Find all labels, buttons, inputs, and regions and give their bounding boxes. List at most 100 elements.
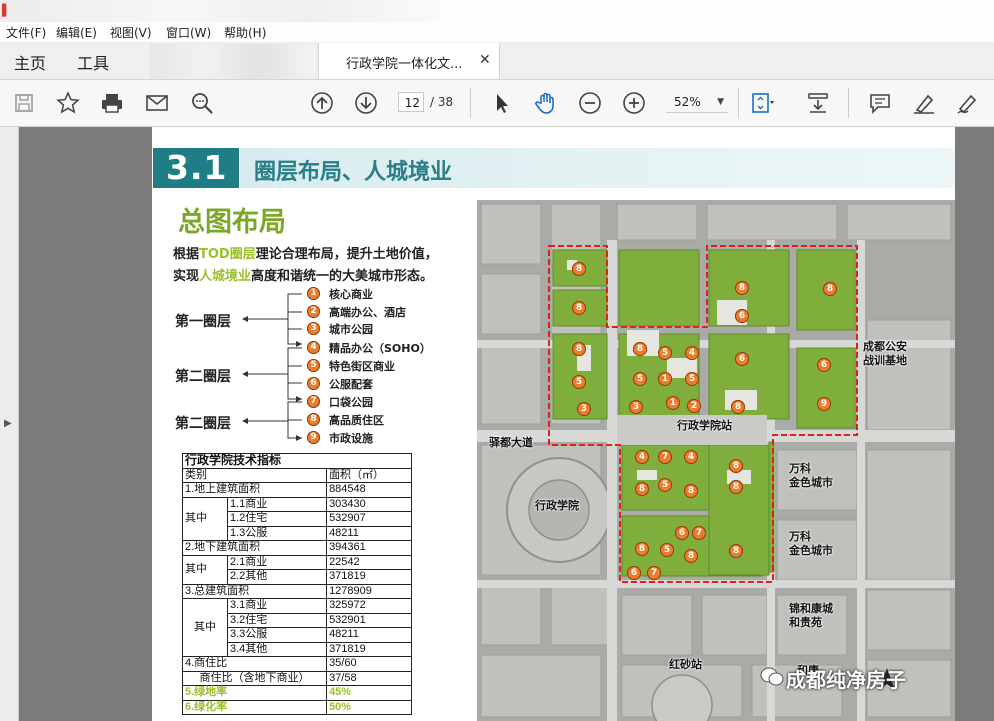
map-marker: 2: [687, 399, 701, 413]
table-cell: 325972: [326, 598, 412, 614]
map-marker: 6: [817, 358, 831, 372]
map-marker: 7: [692, 526, 706, 540]
section-stripe: [240, 148, 248, 188]
hand-tool-icon[interactable]: [534, 91, 558, 115]
zoom-value: 52%: [674, 95, 701, 109]
document-tab-title: 行政学院一体化文...: [346, 57, 463, 72]
bookmark-star-icon[interactable]: [56, 91, 80, 115]
table-cell: 45%: [326, 685, 412, 701]
table-cell: 2.2其他: [226, 569, 328, 585]
map-marker: 7: [647, 566, 661, 580]
map-marker: 3: [629, 400, 643, 414]
legend-number-2: 2: [307, 305, 320, 318]
table-cell: 1.3公服: [226, 525, 328, 541]
desc-text: 高度和谐统一的大美城市形态。: [251, 269, 434, 284]
map-marker: 8: [823, 282, 837, 296]
legend-number-7: 7: [307, 395, 320, 408]
watermark-text: 成都纯净房子: [786, 668, 906, 692]
map-marker: 8: [729, 480, 743, 494]
legend-label: 市政设施: [329, 432, 373, 445]
map-marker: 8: [633, 342, 647, 356]
table-cell: 6.绿化率: [181, 699, 328, 715]
map-marker: 9: [817, 397, 831, 411]
close-tab-icon[interactable]: ✕: [479, 52, 491, 68]
table-cell: 50%: [326, 699, 412, 715]
zoom-out-icon[interactable]: [578, 91, 602, 115]
zoom-select[interactable]: 52% ▼: [666, 92, 728, 113]
section-title: 圈层布局、人城境业: [254, 160, 453, 185]
layer-label-3: 第二圈层: [175, 416, 231, 432]
map-marker: 8: [731, 400, 745, 414]
menu-window[interactable]: 窗口(W): [166, 24, 211, 41]
layer-label-1: 第一圈层: [175, 314, 231, 330]
legend-label: 城市公园: [329, 323, 373, 336]
map-label-hongsha: 红砂站: [669, 658, 702, 671]
table-cell: 48211: [326, 627, 412, 643]
map-marker: 1: [658, 372, 672, 386]
table-title: 行政学院技术指标: [182, 453, 412, 469]
map-marker: 5: [685, 372, 699, 386]
map-marker: 8: [572, 342, 586, 356]
table-cell: 1.地上建筑面积: [181, 482, 328, 498]
table-header: 类别: [181, 467, 328, 483]
tab-tools[interactable]: 工具: [77, 50, 109, 74]
print-icon[interactable]: [100, 91, 124, 115]
table-cell: 3.3公服: [226, 627, 328, 643]
desc-text: 理论合理布局，提升土地价值，: [255, 247, 438, 262]
legend-number-4: 4: [307, 341, 320, 354]
tab-home[interactable]: 主页: [14, 50, 46, 74]
save-icon[interactable]: [12, 91, 36, 115]
legend-number-5: 5: [307, 359, 320, 372]
legend-label: 特色街区商业: [329, 360, 395, 373]
table-cell: 2.1商业: [226, 554, 328, 570]
map-marker: 7: [658, 450, 672, 464]
description-line-1: 根据TOD圈层理论合理布局，提升土地价值，: [173, 243, 438, 262]
legend-label: 口袋公园: [329, 396, 373, 409]
map-marker: 3: [577, 402, 591, 416]
fit-page-icon[interactable]: [750, 91, 774, 115]
map-marker: 5: [572, 375, 586, 389]
desc-highlight: 人城境业: [199, 269, 252, 284]
map-marker: 8: [572, 262, 586, 276]
menu-file[interactable]: 文件(F): [6, 24, 46, 41]
page-up-icon[interactable]: [310, 91, 334, 115]
toolbar-divider: [470, 88, 471, 118]
page-number-input[interactable]: 12: [398, 92, 424, 112]
table-cell: 其中: [182, 554, 228, 585]
map-marker: 5: [658, 346, 672, 360]
map-marker: 8: [729, 544, 743, 558]
table-cell: 其中: [182, 598, 228, 657]
email-icon[interactable]: [145, 91, 169, 115]
sign-icon[interactable]: [956, 91, 980, 115]
section-number: 3.1: [166, 148, 228, 187]
map-marker: 5: [658, 478, 672, 492]
title-strip: [0, 0, 440, 22]
table-cell: 532907: [326, 511, 412, 527]
map-marker: 8: [572, 301, 586, 315]
legend-label: 高品质住区: [329, 414, 384, 427]
tab-blurred[interactable]: [150, 44, 315, 79]
highlight-pen-icon[interactable]: [912, 91, 936, 115]
menu-view[interactable]: 视图(V): [110, 24, 152, 41]
map-label-jinhe: 和贵苑: [789, 616, 822, 629]
search-zoom-icon[interactable]: [190, 91, 214, 115]
scroll-mode-icon[interactable]: [806, 91, 830, 115]
table-header: 面积（㎡）: [326, 467, 412, 483]
select-cursor-icon[interactable]: [490, 91, 514, 115]
legend-number-6: 6: [307, 377, 320, 390]
site-plan-map: 8885385451531286688694745888867858867 行政…: [477, 200, 955, 721]
table-cell: 3.总建筑面积: [181, 583, 328, 599]
map-marker: 5: [633, 372, 647, 386]
legend-label: 高端办公、酒店: [329, 306, 406, 319]
map-label-wanke: 金色城市: [789, 476, 833, 489]
tech-indicator-table: 行政学院技术指标 类别 面积（㎡） 1.地上建筑面积 884548 其中 1.1商业 3…: [181, 453, 412, 715]
zoom-in-icon[interactable]: [622, 91, 646, 115]
menu-edit[interactable]: 编辑(E): [56, 24, 97, 41]
menu-help[interactable]: 帮助(H): [224, 24, 266, 41]
table-cell: 4.商住比: [181, 656, 328, 672]
expand-pane-icon[interactable]: ▶: [4, 418, 12, 429]
comment-icon[interactable]: [868, 91, 892, 115]
page-down-icon[interactable]: [354, 91, 378, 115]
map-marker: 4: [685, 346, 699, 360]
map-label-station: 行政学院站: [677, 419, 732, 432]
